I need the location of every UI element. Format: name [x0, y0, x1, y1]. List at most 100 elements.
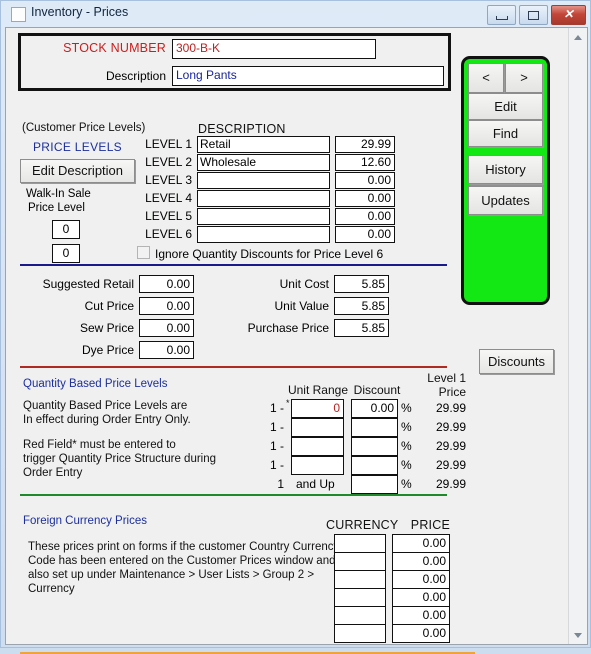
price-level-price-input[interactable]: 12.60: [335, 154, 395, 171]
currency-note-line2: Code has been entered on the Customer Pr…: [28, 555, 336, 567]
divider-green: [20, 494, 447, 496]
window-controls: ✕: [487, 5, 586, 25]
prev-record-button[interactable]: <: [468, 63, 504, 93]
price-level-label: LEVEL 3: [145, 173, 192, 187]
currency-note-line4: Currency: [28, 583, 75, 595]
edit-button[interactable]: Edit: [468, 93, 543, 120]
quantity-note-line5: Order Entry: [23, 467, 83, 479]
quantity-section-title: Quantity Based Price Levels: [23, 378, 168, 390]
sew-price-input[interactable]: 0.00: [139, 319, 194, 337]
description-column-header: DESCRIPTION: [198, 122, 286, 136]
price-level-label: LEVEL 4: [145, 191, 192, 205]
discounts-button[interactable]: Discounts: [479, 349, 554, 374]
currency-code-input[interactable]: [334, 570, 386, 589]
price-level-price-input[interactable]: 0.00: [335, 208, 395, 225]
unit-range-input[interactable]: [291, 437, 344, 456]
unit-value-input[interactable]: 5.85: [334, 297, 389, 315]
currency-code-input[interactable]: [334, 588, 386, 607]
discount-input[interactable]: [351, 456, 398, 475]
chevron-up-icon: [574, 35, 582, 40]
description-input[interactable]: Long Pants: [172, 66, 444, 86]
description-label: Description: [105, 69, 166, 83]
next-record-button[interactable]: >: [505, 63, 543, 93]
discount-input[interactable]: [351, 475, 398, 494]
walk-in-label-line2: Price Level: [28, 202, 85, 214]
scroll-up-button[interactable]: [569, 28, 588, 46]
customer-price-levels-note: (Customer Price Levels): [22, 122, 146, 134]
currency-price-input[interactable]: 0.00: [392, 570, 450, 589]
client-area: STOCK NUMBER 300-B-K Description Long Pa…: [5, 27, 588, 654]
discount-input[interactable]: [351, 418, 398, 437]
currency-price-input[interactable]: 0.00: [392, 606, 450, 625]
currency-code-input[interactable]: [334, 552, 386, 571]
divider-navy: [20, 264, 447, 266]
unit-range-input[interactable]: [291, 456, 344, 475]
close-button[interactable]: ✕: [551, 5, 586, 25]
ignore-quantity-discounts-checkbox[interactable]: [137, 246, 150, 259]
dye-price-input[interactable]: 0.00: [139, 341, 194, 359]
discount-header: Discount: [353, 383, 401, 397]
percent-symbol: %: [401, 458, 412, 472]
scroll-down-button[interactable]: [569, 626, 588, 644]
stock-number-label: STOCK NUMBER: [63, 41, 166, 55]
discount-input[interactable]: 0.00: [351, 399, 398, 418]
price-levels-heading: PRICE LEVELS: [33, 140, 122, 154]
price-level-label: LEVEL 6: [145, 227, 192, 241]
percent-symbol: %: [401, 439, 412, 453]
price-level-description-input[interactable]: [197, 208, 330, 225]
walk-in-price-level-input-1[interactable]: 0: [52, 220, 80, 239]
walk-in-label-line1: Walk-In Sale: [26, 188, 91, 200]
maximize-button[interactable]: [519, 5, 548, 25]
currency-price-input[interactable]: 0.00: [392, 552, 450, 571]
price-level-description-input[interactable]: Retail: [197, 136, 330, 153]
unit-range-input[interactable]: [291, 418, 344, 437]
currency-price-input[interactable]: 0.00: [392, 534, 450, 553]
unit-range-input[interactable]: 0: [291, 399, 344, 418]
cost-label: Unit Cost: [279, 277, 329, 291]
price-level-description-input[interactable]: [197, 190, 330, 207]
window-title: Inventory - Prices: [31, 5, 129, 19]
price-level-label: LEVEL 2: [145, 155, 192, 169]
history-button[interactable]: History: [468, 155, 543, 184]
currency-code-input[interactable]: [334, 624, 386, 643]
minimize-button[interactable]: [487, 5, 516, 25]
price-level-price-input[interactable]: 0.00: [335, 226, 395, 243]
price-level-description-input[interactable]: Wholesale: [197, 154, 330, 171]
currency-price-input[interactable]: 0.00: [392, 588, 450, 607]
price-level-price-input[interactable]: 29.99: [335, 136, 395, 153]
price-level-description-input[interactable]: [197, 226, 330, 243]
currency-column-header: CURRENCY: [326, 518, 399, 532]
stock-number-input[interactable]: 300-B-K: [172, 39, 376, 59]
price-level-price-input[interactable]: 0.00: [335, 172, 395, 189]
percent-symbol: %: [401, 401, 412, 415]
suggested-retail-input[interactable]: 0.00: [139, 275, 194, 293]
and-up-label: and Up: [296, 477, 335, 491]
price-column-header: PRICE: [410, 518, 450, 532]
edit-description-button[interactable]: Edit Description: [20, 159, 135, 183]
ignore-quantity-discounts-row[interactable]: Ignore Quantity Discounts for Price Leve…: [137, 246, 383, 261]
updates-button[interactable]: Updates: [468, 186, 543, 215]
minimize-icon: [496, 16, 508, 20]
find-button[interactable]: Find: [468, 120, 543, 147]
ignore-quantity-discounts-label: Ignore Quantity Discounts for Price Leve…: [155, 247, 384, 261]
cost-label: Unit Value: [274, 299, 329, 313]
quantity-row-prefix: 1 -: [269, 439, 284, 453]
currency-code-input[interactable]: [334, 606, 386, 625]
quantity-row-prefix: 1 -: [269, 458, 284, 472]
percent-symbol: %: [401, 420, 412, 434]
currency-price-input[interactable]: 0.00: [392, 624, 450, 643]
maximize-icon: [528, 11, 539, 20]
walk-in-price-level-input-2[interactable]: 0: [52, 244, 80, 263]
cut-price-input[interactable]: 0.00: [139, 297, 194, 315]
price-level-description-input[interactable]: [197, 172, 330, 189]
percent-symbol: %: [401, 477, 412, 491]
price-level-label: LEVEL 1: [145, 137, 192, 151]
price-level-price-input[interactable]: 0.00: [335, 190, 395, 207]
discount-input[interactable]: [351, 437, 398, 456]
unit-cost-input[interactable]: 5.85: [334, 275, 389, 293]
currency-code-input[interactable]: [334, 534, 386, 553]
vertical-scrollbar[interactable]: [568, 28, 587, 644]
level1-price-value: 29.99: [435, 401, 466, 415]
purchase-price-input[interactable]: 5.85: [334, 319, 389, 337]
action-panel: < > Edit Find History Updates: [461, 56, 550, 305]
